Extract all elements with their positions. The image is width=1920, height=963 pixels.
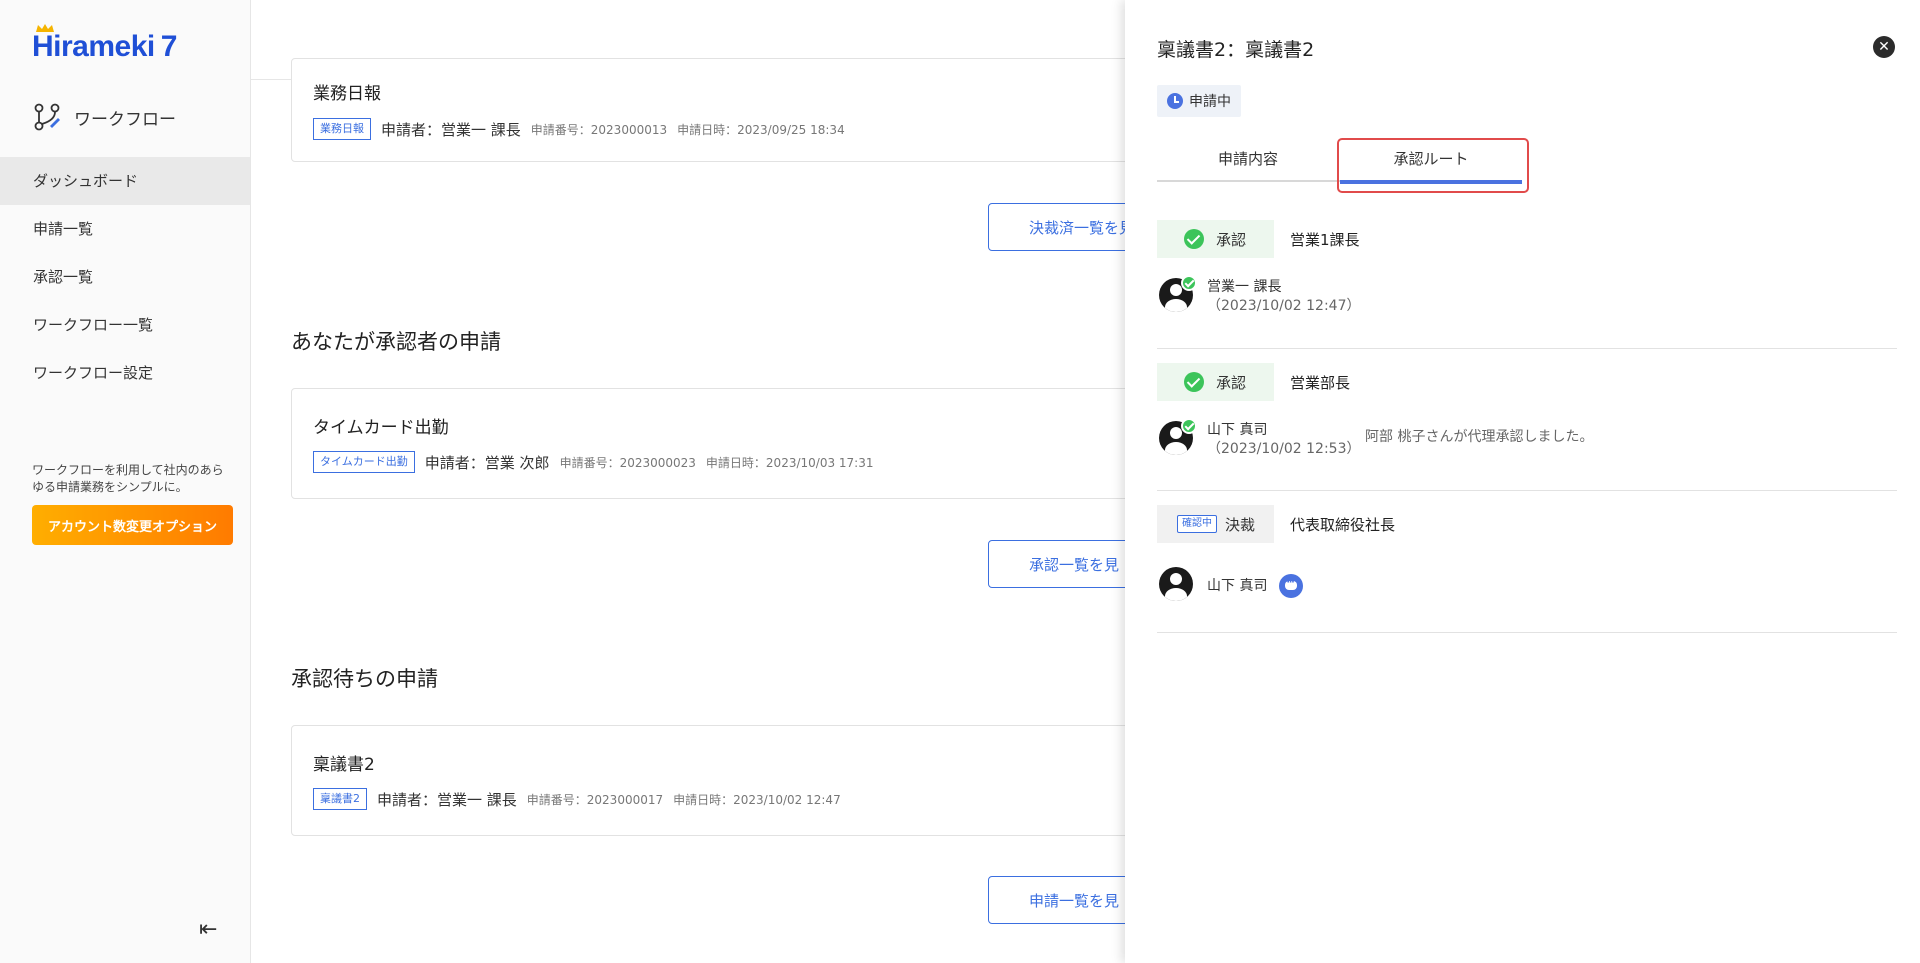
step-header: 承認 営業部長 [1157, 363, 1350, 401]
approved-check-icon [1181, 275, 1197, 291]
divider [1157, 348, 1897, 349]
card-meta: 稟議書2 申請者：営業一 課長 申請番号：2023000017 申請日時：202… [313, 788, 841, 810]
approver-name: 山下 真司 [1207, 578, 1268, 594]
application-date: 申請日時：2023/10/02 12:47 [673, 792, 841, 807]
view-approval-list-button[interactable]: 承認一覧を見 [988, 540, 1125, 588]
sidebar-item-workflow-settings[interactable]: ワークフロー設定 [0, 349, 250, 397]
check-circle-icon [1184, 372, 1204, 392]
step-status-badge: 確認中 決裁 [1157, 505, 1274, 543]
view-application-list-button[interactable]: 申請一覧を見 [988, 876, 1125, 924]
approver: 営業一 課長 （2023/10/02 12:47） [1159, 275, 1361, 316]
approved-check-icon [1181, 418, 1197, 434]
application-card[interactable]: 稟議書2 稟議書2 申請者：営業一 課長 申請番号：2023000017 申請日… [291, 725, 1125, 836]
step-status-label: 決裁 [1225, 515, 1256, 534]
main-content: 業務日報 業務日報 申請者：営業一 課長 申請番号：2023000013 申請日… [251, 0, 1125, 963]
section-title-approver: あなたが承認者の申請 [291, 330, 501, 354]
card-title: 業務日報 [313, 84, 381, 104]
step-role: 営業部長 [1290, 373, 1351, 392]
sidebar-item-dashboard[interactable]: ダッシュボード [0, 157, 250, 205]
applicant-label: 申請者：営業一 課長 [377, 790, 517, 809]
step-header: 確認中 決裁 代表取締役社長 [1157, 505, 1395, 543]
app-title: ワークフロー [32, 102, 176, 132]
logo-text: Hirameki [32, 30, 155, 63]
app-title-label: ワークフロー [74, 109, 176, 130]
application-date: 申請日時：2023/09/25 18:34 [677, 122, 845, 137]
detail-drawer: 稟議書2：稟議書2 ✕ 申請中 申請内容 承認ルート 承認 営業1課長 営業一 … [1125, 0, 1920, 963]
divider [1157, 490, 1897, 491]
approval-date: （2023/10/02 12:47） [1207, 298, 1361, 314]
approver: 山下 真司 [1159, 567, 1304, 605]
application-date: 申請日時：2023/10/03 17:31 [705, 455, 874, 470]
divider [1157, 632, 1897, 633]
approver: 山下 真司 （2023/10/02 12:53） [1159, 418, 1361, 459]
step-role: 営業1課長 [1290, 230, 1360, 249]
account-option-button[interactable]: アカウント数変更オプション [32, 505, 233, 545]
clock-icon [1167, 93, 1183, 109]
status-badge: 申請中 [1157, 85, 1241, 117]
workflow-icon [34, 103, 60, 131]
sidebar-item-approvals[interactable]: 承認一覧 [0, 253, 250, 301]
application-card[interactable]: 業務日報 業務日報 申請者：営業一 課長 申請番号：2023000013 申請日… [291, 58, 1125, 162]
card-meta: 業務日報 申請者：営業一 課長 申請番号：2023000013 申請日時：202… [313, 118, 845, 140]
application-number: 申請番号：2023000017 [526, 792, 664, 807]
avatar [1159, 567, 1193, 601]
step-status-badge: 承認 [1157, 220, 1274, 258]
proxy-approval-note: 阿部 桃子さんが代理承認しました。 [1365, 429, 1594, 445]
form-tag: 業務日報 [313, 118, 371, 140]
card-title: 稟議書2 [313, 755, 375, 775]
application-number: 申請番号：2023000013 [530, 122, 668, 137]
promo-text: ワークフローを利用して社内のあらゆる申請業務をシンプルに。 [32, 463, 224, 494]
approver-name: 営業一 課長 [1207, 279, 1282, 295]
application-number: 申請番号：2023000023 [559, 455, 696, 470]
sidebar-item-workflows[interactable]: ワークフロー一覧 [0, 301, 250, 349]
check-circle-icon [1184, 229, 1204, 249]
collapse-left-icon[interactable]: ⇤ [199, 917, 217, 942]
view-decided-list-button[interactable]: 決裁済一覧を見 [988, 203, 1125, 251]
form-tag: 稟議書2 [313, 788, 367, 810]
section-title-waiting: 承認待ちの申請 [291, 667, 438, 691]
close-icon[interactable]: ✕ [1873, 36, 1895, 58]
logo-number: 7 [160, 30, 178, 63]
step-role: 代表取締役社長 [1290, 515, 1396, 534]
sidebar: Hirameki 7 ワークフロー ダッシュボード 申請一覧 承認一覧 ワークフ… [0, 0, 251, 963]
confirming-tag: 確認中 [1177, 515, 1217, 533]
applicant-label: 申請者：営業 次郎 [424, 453, 550, 472]
step-status-badge: 承認 [1157, 363, 1274, 401]
applicant-label: 申請者：営業一 課長 [381, 120, 521, 139]
form-tag: タイムカード出勤 [313, 451, 415, 473]
step-header: 承認 営業1課長 [1157, 220, 1360, 258]
hirameki-logo[interactable]: Hirameki 7 [32, 24, 178, 64]
sidebar-item-applications[interactable]: 申請一覧 [0, 205, 250, 253]
sidebar-nav: ダッシュボード 申請一覧 承認一覧 ワークフロー一覧 ワークフロー設定 [0, 157, 250, 397]
step-status-label: 承認 [1216, 230, 1247, 249]
crown-icon [36, 24, 54, 32]
approval-date: （2023/10/02 12:53） [1207, 441, 1361, 457]
tab-highlight-box [1337, 138, 1529, 193]
application-card[interactable]: タイムカード出勤 タイムカード出勤 申請者：営業 次郎 申請番号：2023000… [291, 388, 1125, 499]
drawer-title: 稟議書2：稟議書2 [1157, 39, 1315, 61]
card-title: タイムカード出勤 [313, 418, 449, 438]
card-meta: タイムカード出勤 申請者：営業 次郎 申請番号：2023000023 申請日時：… [313, 451, 873, 473]
step-status-label: 承認 [1216, 373, 1247, 392]
chat-icon[interactable] [1279, 574, 1304, 598]
status-label: 申請中 [1189, 94, 1231, 110]
approver-name: 山下 真司 [1207, 422, 1268, 438]
tab-application-content[interactable]: 申請内容 [1157, 138, 1339, 182]
